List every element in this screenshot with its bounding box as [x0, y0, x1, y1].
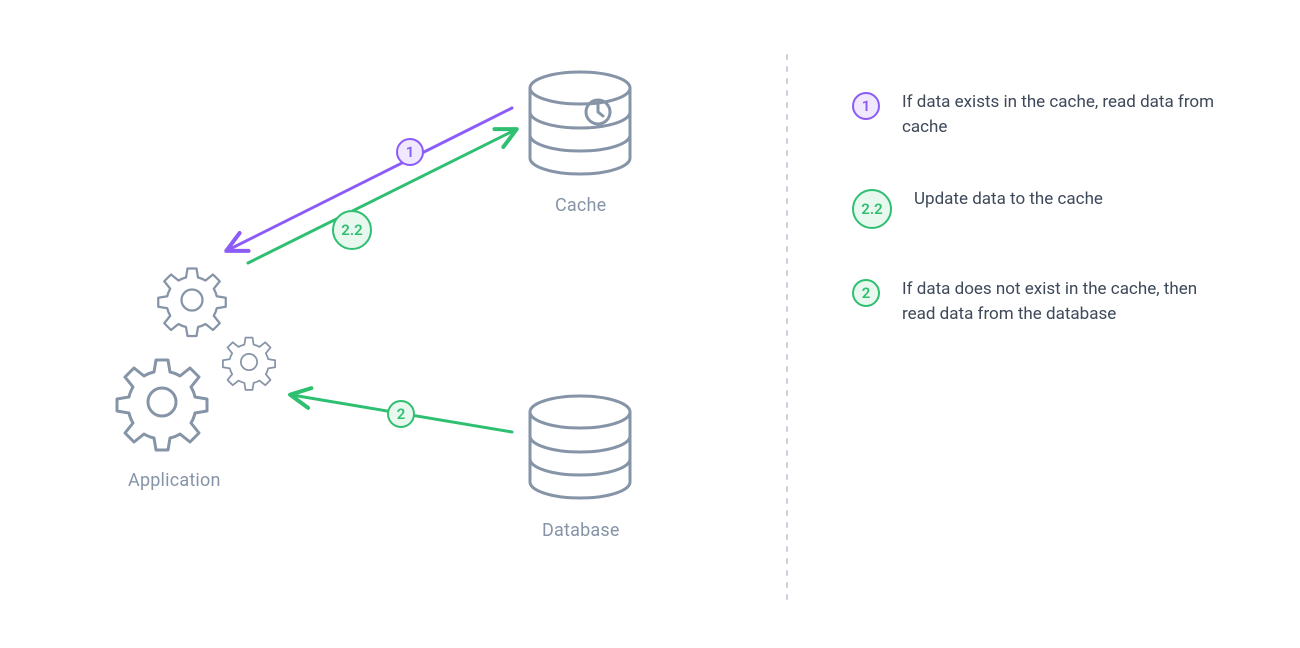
badge-step2-number: 2 [397, 405, 406, 423]
legend-item: 2 If data does not exist in the cache, t… [852, 277, 1222, 326]
legend-badge-2-2-number: 2.2 [861, 200, 882, 218]
badge-step1: 1 [396, 138, 424, 166]
legend-item: 2.2 Update data to the cache [852, 187, 1222, 229]
cache-label: Cache [555, 195, 606, 216]
legend-text-2: If data does not exist in the cache, the… [902, 277, 1222, 326]
application-icon [117, 269, 275, 451]
legend: 1 If data exists in the cache, read data… [852, 90, 1222, 375]
legend-text-2-2: Update data to the cache [914, 187, 1103, 212]
badge-step2-2-number: 2.2 [341, 221, 362, 239]
badge-step2: 2 [387, 400, 415, 428]
legend-badge-2-number: 2 [862, 284, 871, 302]
badge-step2-2: 2.2 [332, 210, 372, 250]
arrow-step2-2 [248, 130, 515, 263]
legend-text-1: If data exists in the cache, read data f… [902, 90, 1222, 139]
badge-step1-number: 1 [406, 143, 415, 161]
legend-badge-1-number: 1 [862, 97, 871, 115]
legend-badge-2-2: 2.2 [852, 189, 892, 229]
database-icon [530, 396, 630, 498]
legend-badge-2: 2 [852, 279, 880, 307]
legend-item: 1 If data exists in the cache, read data… [852, 90, 1222, 139]
cache-icon [530, 72, 630, 174]
legend-badge-1: 1 [852, 92, 880, 120]
diagram-canvas: 1 2.2 2 Application Cache Database 1 If … [0, 0, 1300, 648]
application-label: Application [128, 470, 221, 491]
database-label: Database [542, 520, 620, 541]
